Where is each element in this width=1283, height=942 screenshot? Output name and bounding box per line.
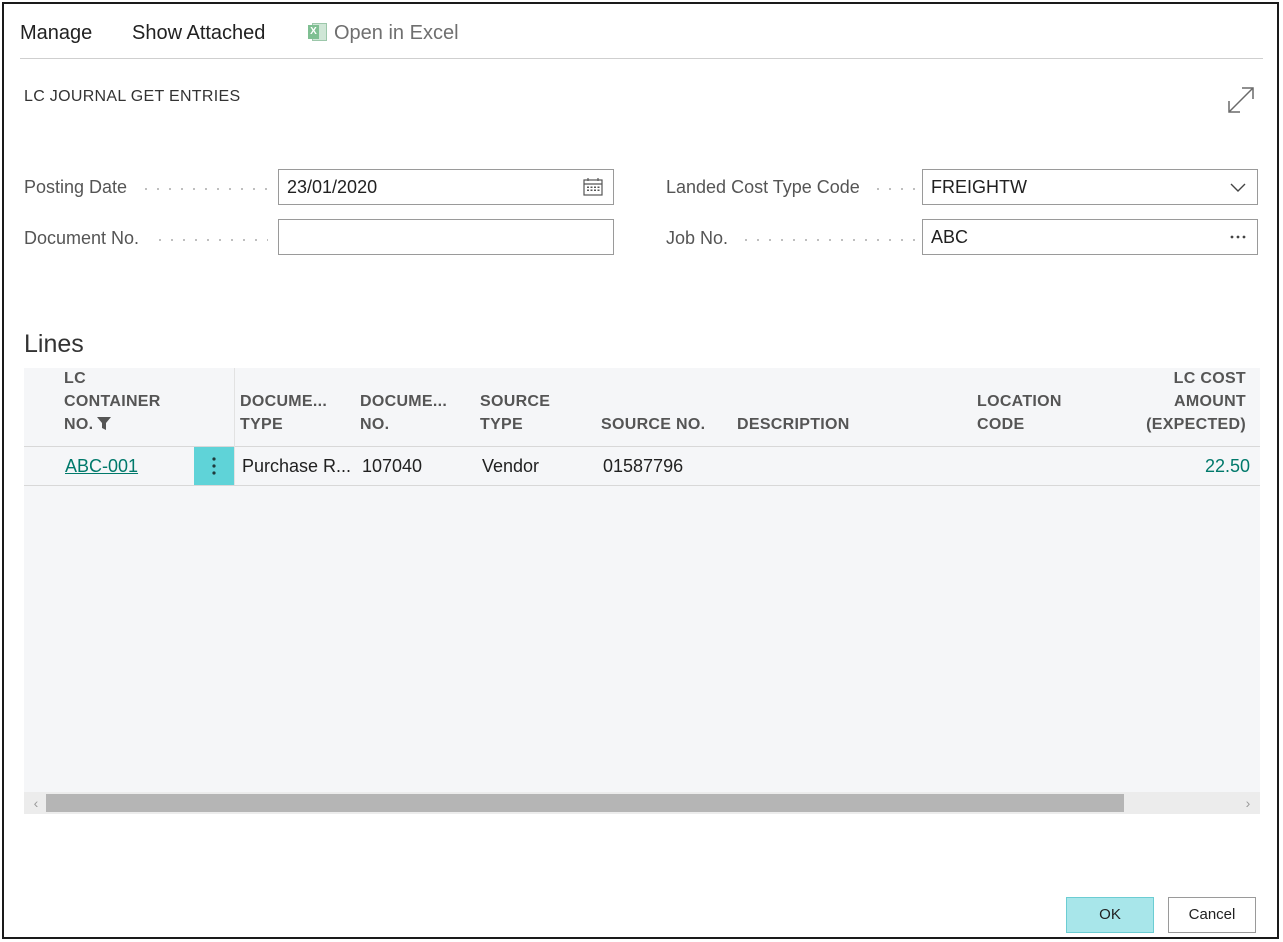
- posting-date-value: 23/01/2020: [287, 177, 378, 197]
- table-row[interactable]: ABC-001 Purchase R... 107040 Vendor 0158…: [24, 447, 1260, 486]
- document-no-field[interactable]: [278, 219, 614, 255]
- lines-section-title: Lines: [24, 330, 84, 358]
- horizontal-scrollbar[interactable]: ‹ ›: [24, 792, 1260, 814]
- ok-button[interactable]: OK: [1066, 897, 1154, 933]
- column-header-description[interactable]: DESCRIPTION: [737, 413, 850, 436]
- action-bar-divider: [20, 58, 1263, 59]
- document-no-label: Document No.: [24, 228, 140, 248]
- job-no-value: ABC: [931, 227, 969, 247]
- lc-container-no-link[interactable]: ABC-001: [65, 447, 138, 485]
- row-actions-button[interactable]: [194, 447, 234, 485]
- job-no-field[interactable]: ABC: [922, 219, 1258, 255]
- show-attached-button[interactable]: Show Attached: [132, 22, 265, 45]
- lines-grid: LC CONTAINER NO. DOCUME... TYPE DOCUME..…: [24, 368, 1260, 814]
- scrollbar-thumb[interactable]: [46, 794, 1124, 812]
- dotted-leader: [740, 239, 916, 241]
- dotted-leader: [140, 188, 268, 190]
- column-header-source-no[interactable]: SOURCE NO.: [601, 413, 705, 436]
- action-bar: Manage Show Attached X Open in Excel: [4, 4, 1277, 60]
- column-header-lc-cost-amount[interactable]: LC COST AMOUNT (EXPECTED): [1146, 368, 1246, 436]
- calendar-icon[interactable]: [583, 178, 603, 196]
- dotted-leader: [154, 239, 268, 241]
- source-no-cell[interactable]: 01587796: [603, 447, 683, 485]
- column-header-location-code[interactable]: LOCATION CODE: [977, 390, 1062, 436]
- scroll-right-icon[interactable]: ›: [1238, 792, 1258, 814]
- column-header-lc-container-no[interactable]: LC CONTAINER NO.: [64, 368, 161, 436]
- landed-cost-type-code-label: Landed Cost Type Code: [666, 177, 860, 197]
- chevron-down-icon[interactable]: [1229, 181, 1247, 193]
- excel-icon: X: [308, 22, 328, 42]
- more-vertical-icon: [212, 457, 216, 475]
- filter-icon: [97, 417, 112, 430]
- page-title: LC JOURNAL GET ENTRIES: [24, 88, 241, 105]
- scroll-left-icon[interactable]: ‹: [26, 792, 46, 814]
- column-header-document-type[interactable]: DOCUME... TYPE: [240, 390, 327, 436]
- document-no-cell[interactable]: 107040: [362, 447, 422, 485]
- open-in-excel-label: Open in Excel: [334, 22, 459, 44]
- job-no-label: Job No.: [666, 228, 729, 248]
- source-type-cell[interactable]: Vendor: [482, 447, 539, 485]
- landed-cost-type-code-value: FREIGHTW: [931, 177, 1027, 197]
- lc-cost-amount-cell[interactable]: 22.50: [1205, 447, 1250, 485]
- manage-menu[interactable]: Manage: [20, 22, 92, 45]
- dotted-leader: [872, 188, 916, 190]
- dialog-window: Manage Show Attached X Open in Excel LC J…: [2, 2, 1279, 939]
- landed-cost-type-code-field[interactable]: FREIGHTW: [922, 169, 1258, 205]
- column-header-source-type[interactable]: SOURCE TYPE: [480, 390, 550, 436]
- expand-icon[interactable]: [1225, 84, 1257, 116]
- cancel-button[interactable]: Cancel: [1168, 897, 1256, 933]
- posting-date-field[interactable]: 23/01/2020: [278, 169, 614, 205]
- posting-date-label: Posting Date: [24, 177, 128, 197]
- open-in-excel-button[interactable]: X Open in Excel: [308, 22, 459, 45]
- document-type-cell[interactable]: Purchase R...: [242, 447, 351, 485]
- column-header-document-no[interactable]: DOCUME... NO.: [360, 390, 447, 436]
- ellipsis-icon[interactable]: [1229, 234, 1247, 240]
- grid-header: LC CONTAINER NO. DOCUME... TYPE DOCUME..…: [24, 368, 1260, 447]
